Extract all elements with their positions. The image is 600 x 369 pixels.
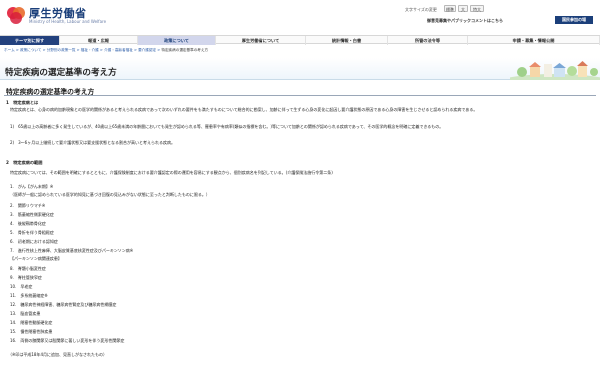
breadcrumb-elderly[interactable]: 介護・高齢者福祉 bbox=[104, 48, 133, 52]
disease-item-note: （医師が一般に認められている医学的知見に基づき回復の見込みがない状態に至ったと判… bbox=[10, 192, 210, 197]
font-size-large-button[interactable]: 大 bbox=[458, 5, 468, 12]
global-nav: テーマ別に探す 報道・広報 政策について 厚生労働省について 統計情報・白書 所… bbox=[0, 35, 600, 45]
disease-item-note: 【パーキンソン病関連疾患】 bbox=[10, 256, 62, 261]
disease-item: 14. 閉塞性動脈硬化症 bbox=[10, 320, 53, 325]
nav-item-policy[interactable]: 政策について bbox=[138, 36, 216, 45]
page: 厚生労働省 Ministry of Health, Labour and Wel… bbox=[0, 0, 600, 369]
town-illustration-icon bbox=[500, 58, 600, 90]
disease-item: 10. 早老症 bbox=[10, 284, 33, 289]
revision-note: （※印は平成18年4月に追加、見直しがなされたもの） bbox=[8, 352, 107, 357]
site-header: 厚生労働省 Ministry of Health, Labour and Wel… bbox=[0, 0, 600, 33]
breadcrumb-field-list[interactable]: 分野別の政策一覧 bbox=[47, 48, 76, 52]
nav-item-about[interactable]: 厚生労働省について bbox=[216, 36, 306, 45]
disease-item: 11. 多系統萎縮症※ bbox=[10, 293, 48, 298]
disease-item: 12. 糖尿病性神経障害、糖尿病性腎症及び糖尿病性網膜症 bbox=[10, 302, 117, 307]
public-participation-button[interactable]: 国民参加の場 bbox=[555, 16, 593, 24]
breadcrumb-current: 特定疾病の選定基準の考え方 bbox=[161, 48, 209, 52]
disease-item: 4. 後縦靱帯骨化症 bbox=[10, 221, 46, 226]
disease-item: 8. 脊髄小脳変性症 bbox=[10, 266, 46, 271]
logo-subtitle: Ministry of Health, Labour and Welfare bbox=[29, 19, 107, 24]
breadcrumb-home[interactable]: ホーム bbox=[4, 48, 15, 52]
s1-heading: 1 特定疾病とは bbox=[6, 100, 39, 105]
disease-item: 3. 筋萎縮性側索硬化症 bbox=[10, 212, 54, 217]
s1-item-2: 2) 3～6ヶ月以上継続して要介護状態又は要支援状態となる割合が高いと考えられる… bbox=[10, 140, 175, 145]
font-size-standard-button[interactable]: 標準 bbox=[444, 5, 456, 12]
nav-item-laws[interactable]: 所管の法令等 bbox=[388, 36, 468, 45]
nav-item-press[interactable]: 報道・広報 bbox=[60, 36, 138, 45]
opinions-link[interactable]: 御意見募集やパブリックコメントはこちら bbox=[427, 18, 503, 24]
nav-item-statistics[interactable]: 統計情報・白書 bbox=[306, 36, 388, 45]
breadcrumb-policy[interactable]: 政策について bbox=[20, 48, 41, 52]
disease-item: 15. 慢性閉塞性肺疾患 bbox=[10, 329, 53, 334]
disease-item: 1. がん【がん末期】※ bbox=[10, 184, 54, 189]
breadcrumb-welfare[interactable]: 福祉・介護 bbox=[81, 48, 99, 52]
s1-intro: 特定疾病とは、心身の病的加齢現象との医学的関係があると考えられる疾病であって次の… bbox=[10, 107, 478, 112]
font-size-xlarge-button[interactable]: 特大 bbox=[470, 5, 484, 12]
nav-item-applications[interactable]: 申請・募集・情報公開 bbox=[468, 36, 600, 45]
disease-item: 7. 進行性核上性麻痺、大脳皮質基底核変性症及びパーキンソン病※ bbox=[10, 248, 134, 253]
disease-item: 5. 骨折を伴う骨粗鬆症 bbox=[10, 230, 54, 235]
s1-item-1: 1) 65歳以上の高齢者に多く発生しているが、40歳以上65歳未満の年齢層におい… bbox=[10, 124, 444, 129]
section-divider bbox=[4, 95, 596, 96]
disease-item: 9. 脊柱管狭窄症 bbox=[10, 275, 42, 280]
nav-item-theme[interactable]: テーマ別に探す bbox=[0, 36, 60, 45]
breadcrumb-certification[interactable]: 要介護認定 bbox=[138, 48, 156, 52]
disease-item: 6. 初老期における認知症 bbox=[10, 239, 58, 244]
disease-item: 13. 脳血管疾患 bbox=[10, 311, 41, 316]
s2-heading: 2 特定疾病の範囲 bbox=[6, 160, 43, 165]
page-title: 特定疾病の選定基準の考え方 bbox=[5, 68, 117, 78]
breadcrumb: ホーム > 政策について > 分野別の政策一覧 > 福祉・介護 > 介護・高齢者… bbox=[4, 48, 209, 52]
font-size-label: 文字サイズの変更 bbox=[405, 7, 437, 12]
disease-item: 16. 両側の膝関節又は股関節に著しい変形を伴う変形性関節症 bbox=[10, 338, 125, 343]
ministry-logo-icon[interactable] bbox=[6, 5, 26, 25]
disease-item: 2. 関節リウマチ※ bbox=[10, 203, 46, 208]
s2-intro: 特定疾病については、その範囲を明確にするとともに、介護保険制度における要介護認定… bbox=[10, 170, 333, 175]
